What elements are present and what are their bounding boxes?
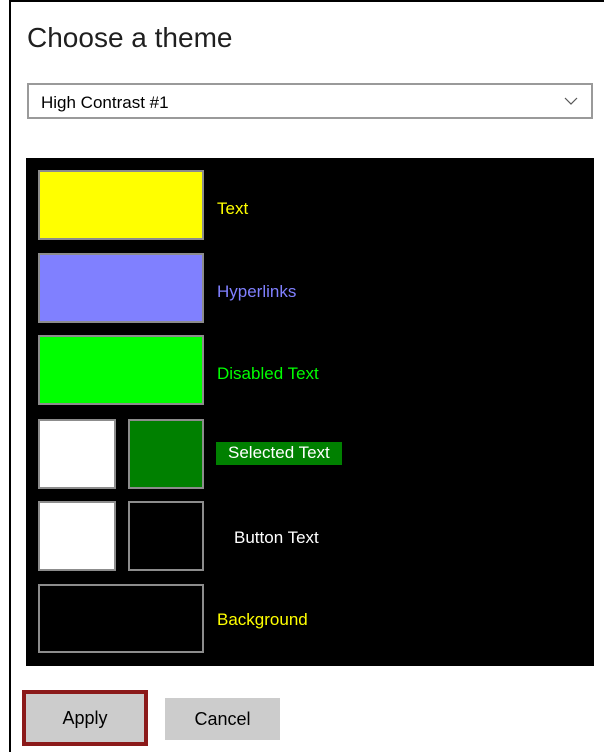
disabled-text-color-swatch[interactable] <box>38 335 204 405</box>
dialog-title: Choose a theme <box>27 22 233 53</box>
dialog-left-border <box>9 0 11 752</box>
disabled-text-color-label: Disabled Text <box>217 364 319 383</box>
apply-button[interactable]: Apply <box>26 694 144 742</box>
text-color-swatch[interactable] <box>38 170 204 240</box>
selected-text-label: Selected Text <box>216 442 342 465</box>
button-text-label: Button Text <box>234 528 319 547</box>
hyperlinks-color-swatch[interactable] <box>38 253 204 323</box>
dialog-top-border <box>9 0 604 2</box>
chevron-down-icon <box>564 97 578 105</box>
theme-dropdown-value: High Contrast #1 <box>41 93 169 112</box>
button-text-background-swatch[interactable] <box>128 501 204 571</box>
hyperlinks-color-label: Hyperlinks <box>217 282 297 301</box>
background-color-swatch[interactable] <box>38 584 204 653</box>
selected-text-background-swatch[interactable] <box>128 419 204 489</box>
theme-dropdown[interactable]: High Contrast #1 <box>27 83 593 119</box>
selected-text-foreground-swatch[interactable] <box>38 419 116 489</box>
button-text-foreground-swatch[interactable] <box>38 501 116 571</box>
text-color-label: Text <box>217 199 249 218</box>
cancel-button[interactable]: Cancel <box>165 698 280 740</box>
background-color-label: Background <box>217 610 308 629</box>
theme-preview: Text Hyperlinks Disabled Text Selected T… <box>26 158 594 666</box>
